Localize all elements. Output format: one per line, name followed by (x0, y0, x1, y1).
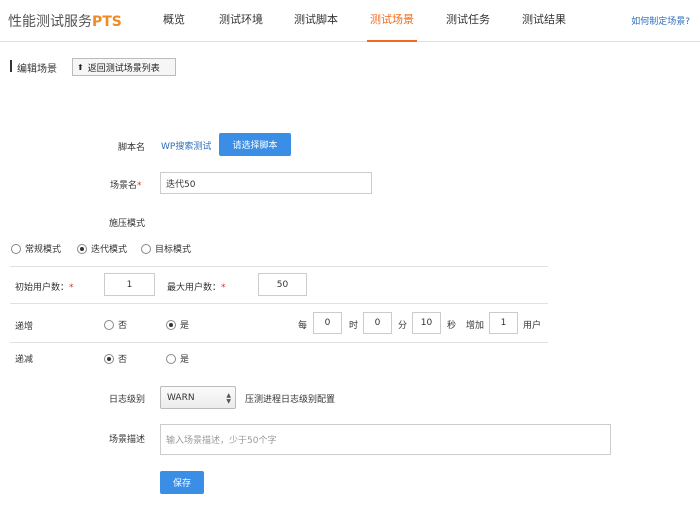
help-link[interactable]: 如何制定场景? (631, 14, 690, 27)
select-arrows-icon: ▲ ▼ (226, 392, 231, 405)
max-users-value: 50 (276, 279, 289, 290)
ramp-down-yes-label: 是 (180, 355, 190, 365)
log-level-select[interactable]: WARN ▲ ▼ (160, 386, 236, 409)
ramp-down-label: 递减 (15, 355, 34, 365)
radio-circle-icon (104, 319, 114, 330)
ramp-minute-unit: 分 (398, 321, 408, 331)
description-input[interactable]: 输入场景描述，少于50个字 (160, 424, 611, 455)
nav-test-result[interactable]: 测试结果 (519, 0, 569, 42)
log-level-label: 日志级别 (109, 395, 146, 405)
brand-logo[interactable]: 性能测试服务PTS (8, 11, 122, 31)
radio-selected-icon (77, 243, 87, 254)
required-mark: * (69, 283, 74, 293)
ramp-up-no-label: 否 (118, 321, 128, 331)
nav-overview[interactable]: 概览 (154, 0, 194, 42)
nav-test-scene[interactable]: 测试场景 (367, 0, 417, 42)
max-users-label: 最大用户数：* (167, 280, 226, 293)
ramp-increase-input[interactable]: 1 (489, 312, 518, 334)
max-users-label-text: 最大用户数： (167, 283, 222, 293)
radio-selected-icon (104, 353, 114, 364)
section-marker (10, 60, 12, 72)
nav-test-env[interactable]: 测试环境 (216, 0, 266, 42)
pressure-mode-label: 施压模式 (109, 219, 146, 229)
initial-users-label-text: 初始用户数： (15, 283, 70, 293)
log-level-hint: 压测进程日志级别配置 (245, 395, 336, 405)
back-button-label: 返回测试场景列表 (87, 63, 160, 74)
description-label: 场景描述 (109, 435, 146, 445)
ramp-increase-value: 1 (500, 318, 507, 328)
top-nav-bar: 性能测试服务PTS 概览 测试环境 测试脚本 测试场景 测试任务 测试结果 如何… (0, 0, 700, 42)
scene-name-input[interactable]: 迭代50 (160, 172, 372, 194)
mode-radio-target[interactable]: 目标模式 (141, 242, 191, 255)
description-placeholder: 输入场景描述，少于50个字 (166, 436, 277, 446)
nav-test-task[interactable]: 测试任务 (443, 0, 493, 42)
scene-name-label: 场景名* (110, 178, 142, 191)
ramp-up-radio-no[interactable]: 否 (104, 318, 127, 331)
ramp-up-yes-label: 是 (180, 321, 190, 331)
mode-normal-label: 常规模式 (25, 245, 62, 255)
ramp-up-label: 递增 (15, 322, 34, 332)
brand-text: 性能测试服务 (8, 14, 92, 30)
max-users-input[interactable]: 50 (258, 273, 307, 296)
ramp-down-no-label: 否 (118, 355, 128, 365)
back-to-scene-list-button[interactable]: ⬆ 返回测试场景列表 (72, 58, 176, 76)
log-level-value: WARN (167, 392, 195, 403)
mode-iteration-label: 迭代模式 (91, 245, 128, 255)
choose-script-button[interactable]: 请选择脚本 (219, 133, 291, 156)
ramp-every-text: 每 (298, 321, 308, 331)
initial-users-label: 初始用户数：* (15, 280, 74, 293)
radio-circle-icon (141, 243, 151, 254)
divider (10, 303, 548, 304)
initial-users-value: 1 (126, 279, 133, 290)
script-label: 脚本名 (118, 143, 146, 153)
required-mark: * (221, 283, 226, 293)
initial-users-input[interactable]: 1 (104, 273, 155, 296)
mode-target-label: 目标模式 (155, 245, 192, 255)
required-mark: * (137, 181, 142, 191)
section-title: 编辑场景 (17, 64, 57, 75)
ramp-second-input[interactable]: 10 (412, 312, 441, 334)
radio-circle-icon (166, 353, 176, 364)
ramp-minute-value: 0 (374, 318, 381, 328)
ramp-second-unit: 秒 (447, 321, 457, 331)
ramp-hour-input[interactable]: 0 (313, 312, 342, 334)
save-button[interactable]: 保存 (160, 471, 204, 494)
ramp-increase-text: 增加 (466, 321, 485, 331)
ramp-hour-unit: 时 (349, 321, 359, 331)
ramp-minute-input[interactable]: 0 (363, 312, 392, 334)
ramp-hour-value: 0 (324, 318, 331, 328)
nav-test-script[interactable]: 测试脚本 (291, 0, 341, 42)
mode-radio-normal[interactable]: 常规模式 (11, 242, 61, 255)
ramp-user-unit: 用户 (523, 321, 542, 331)
radio-selected-icon (166, 319, 176, 330)
divider (10, 266, 548, 267)
divider (10, 342, 548, 343)
brand-suffix: PTS (92, 14, 122, 30)
scene-name-label-text: 场景名 (110, 181, 138, 191)
ramp-up-radio-yes[interactable]: 是 (166, 318, 189, 331)
ramp-down-radio-yes[interactable]: 是 (166, 352, 189, 365)
scene-name-value: 迭代50 (166, 179, 196, 190)
ramp-down-radio-no[interactable]: 否 (104, 352, 127, 365)
radio-circle-icon (11, 243, 21, 254)
arrow-up-icon: ⬆ (77, 62, 84, 72)
mode-radio-iteration[interactable]: 迭代模式 (77, 242, 127, 255)
ramp-second-value: 10 (420, 318, 433, 328)
script-value[interactable]: WP搜索测试 (161, 139, 211, 152)
